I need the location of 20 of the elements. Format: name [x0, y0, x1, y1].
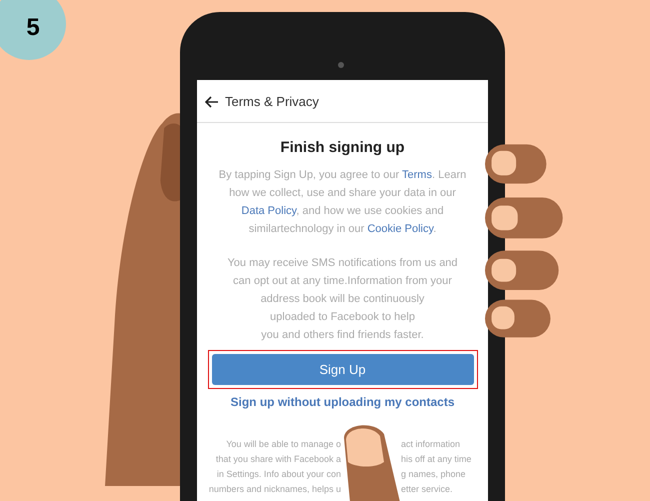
info-text: his off at any time	[401, 453, 472, 466]
speaker-icon	[338, 62, 344, 68]
screen-title: Terms & Privacy	[225, 94, 319, 109]
back-arrow-icon[interactable]	[205, 96, 219, 108]
info-text: etter service.	[401, 483, 454, 496]
policy-link[interactable]: Cookie Policy	[367, 223, 434, 235]
sign-up-button[interactable]: Sign Up	[212, 354, 474, 385]
sms-paragraph: You may receive SMS notifications from us and can opt out at any time.Information from your address book will be continuously uploaded to Facebook to help you and others find friends faster.	[226, 256, 459, 343]
sign-up-without-contacts-link[interactable]: Sign up without uploading my contacts	[230, 395, 454, 409]
heading: Finish signing up	[280, 139, 405, 156]
policy-link[interactable]: Data Policy	[241, 205, 296, 217]
info-text: act information	[401, 438, 462, 451]
info-text: in Settings. Info about your con	[216, 468, 341, 481]
info-text: numbers and nicknames, helps u	[208, 483, 341, 496]
info-text: that you share with Facebook a	[214, 453, 341, 466]
policy-link[interactable]: Terms	[402, 169, 432, 181]
info-text: g names, phone	[401, 468, 467, 481]
info-text: You will be able to manage o	[225, 438, 341, 451]
step-badge: 5	[0, 0, 66, 60]
terms-paragraph: By tapping Sign Up, you agree to our Terms. Learn how we collect, use and share your data in our Data Policy, and how we use cookies and similartechnology in our Cookie Policy.	[218, 168, 468, 237]
